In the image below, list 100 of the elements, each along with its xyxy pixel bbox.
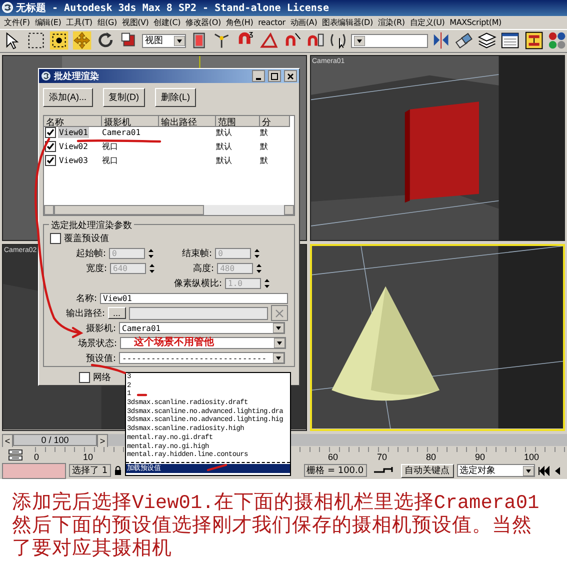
column-header[interactable]: 输出路径 bbox=[159, 116, 216, 128]
preset-dropdown[interactable]: ------------------------------ bbox=[119, 352, 286, 364]
curve-editor-icon[interactable] bbox=[8, 448, 22, 461]
checkbox[interactable] bbox=[79, 372, 90, 384]
clear-icon bbox=[275, 308, 284, 318]
maximize-button[interactable] bbox=[268, 70, 281, 82]
column-header[interactable]: 范围 bbox=[216, 116, 260, 128]
align-icon[interactable] bbox=[454, 30, 474, 52]
column-header[interactable]: 摄影机 bbox=[102, 116, 159, 128]
time-slider-thumb[interactable]: 0 / 100 bbox=[13, 434, 97, 446]
table-cell-text: 视口 bbox=[102, 155, 119, 166]
lock-icon[interactable] bbox=[114, 466, 122, 476]
table-cell-text: 默 bbox=[260, 127, 269, 138]
menu-item[interactable]: 组(G) bbox=[95, 16, 120, 28]
table-cell[interactable]: View02 bbox=[58, 141, 89, 152]
caption-text: 添加完后选择View01.在下面的摄相机栏里选择Cramera01 然后下面的预设值选择刚才我们保存的摄相机预设值。当然 了要对应其摄相机 bbox=[12, 492, 540, 562]
ruler-label: 10 bbox=[83, 452, 94, 462]
browse-button[interactable]: ... bbox=[108, 307, 126, 320]
table-cell-text: 视口 bbox=[102, 141, 119, 152]
group-title: 选定批处理渲染参数 bbox=[49, 218, 134, 232]
column-header[interactable]: 名称 bbox=[44, 116, 102, 128]
table-cell-text: Camera01 bbox=[102, 127, 142, 138]
spinner-icon[interactable] bbox=[256, 262, 262, 274]
dialog-button[interactable]: 添加(A)... bbox=[43, 88, 92, 108]
table-cell[interactable]: View03 bbox=[58, 155, 89, 166]
field-label: 像素纵横比: bbox=[174, 278, 222, 290]
selection-status: 选择了 1 bbox=[69, 464, 111, 478]
key-filter-dropdown[interactable]: 选定对象 bbox=[456, 464, 535, 478]
listener-field[interactable] bbox=[2, 462, 66, 479]
annotation-text: 这个场景不用管他 bbox=[134, 338, 214, 348]
checkbox-label: 网络 bbox=[93, 372, 111, 384]
spinner-icon[interactable] bbox=[264, 278, 270, 289]
grid-status: 栅格 = 100.0 bbox=[304, 464, 367, 478]
dropdown-arrow-icon[interactable] bbox=[354, 36, 366, 46]
job-list[interactable]: 名称 摄影机 输出路径 范围 分 View01 Camera01 默认 默 View02 视口 默认 默 View03 视口 默认 默 bbox=[43, 115, 295, 216]
maximize-icon bbox=[271, 72, 278, 80]
table-cell[interactable]: View01 bbox=[58, 127, 89, 138]
dropdown-arrow-icon[interactable] bbox=[174, 36, 186, 46]
menu-item[interactable]: 文件(F) bbox=[2, 16, 33, 28]
menu-item[interactable]: 编辑(E) bbox=[32, 16, 64, 28]
dropdown-arrow-icon[interactable] bbox=[274, 338, 286, 348]
dialog-button[interactable]: 复制(D) bbox=[102, 88, 145, 108]
minimize-button[interactable] bbox=[252, 70, 265, 82]
previous-frame-button[interactable]: < bbox=[2, 434, 13, 448]
table-cell-text: 默 bbox=[260, 141, 269, 152]
named-selection-dropdown[interactable] bbox=[351, 34, 428, 48]
ruler-label: 0 bbox=[34, 452, 40, 462]
field-label: 高度: bbox=[193, 262, 214, 275]
app-icon bbox=[41, 71, 51, 82]
field-label: 输出路径: bbox=[66, 308, 106, 320]
checkbox[interactable] bbox=[50, 232, 61, 244]
scrollbar[interactable] bbox=[44, 204, 294, 215]
spinner-icon[interactable] bbox=[254, 248, 260, 259]
menu-item[interactable]: 自定义(U) bbox=[408, 16, 448, 28]
view-dropdown[interactable]: 视图 bbox=[142, 34, 186, 48]
checkbox[interactable] bbox=[45, 155, 56, 166]
spinner-icon[interactable] bbox=[148, 248, 154, 259]
ruler-label: 80 bbox=[426, 452, 436, 462]
table-cell-text: 默 bbox=[260, 155, 269, 166]
handwritten-mark bbox=[206, 464, 228, 472]
column-header[interactable]: 分 bbox=[260, 116, 290, 128]
checkbox-label: 覆盖预设值 bbox=[64, 232, 109, 245]
menu-item[interactable]: MAXScript(M) bbox=[448, 18, 504, 27]
window-crossing-icon[interactable] bbox=[49, 30, 70, 52]
checkbox[interactable] bbox=[45, 127, 56, 138]
name-field[interactable]: View01 bbox=[100, 292, 288, 304]
dropdown-arrow-icon[interactable] bbox=[522, 466, 534, 476]
dialog-title: 批处理渲染 bbox=[54, 70, 99, 83]
go-to-start-icon[interactable] bbox=[538, 466, 550, 476]
dropdown-arrow-icon[interactable] bbox=[273, 323, 284, 334]
menu-item[interactable]: 渲染(R) bbox=[376, 16, 408, 28]
field-label: 宽度: bbox=[86, 262, 108, 275]
schematic-icon[interactable] bbox=[524, 30, 544, 52]
menu-item[interactable]: 图表编辑器(D) bbox=[320, 16, 376, 28]
dropdown-arrow-icon[interactable] bbox=[273, 353, 284, 364]
table-cell-text: 默认 bbox=[216, 127, 233, 138]
auto-key-button[interactable]: 自动关键点 bbox=[400, 464, 454, 478]
menu-item[interactable]: 角色(H) bbox=[224, 16, 256, 28]
move-icon[interactable] bbox=[72, 30, 93, 52]
mirror-icon[interactable] bbox=[431, 30, 452, 52]
handwritten-mark bbox=[136, 394, 148, 396]
camera-dropdown[interactable]: Camera01 bbox=[119, 322, 286, 334]
next-frame-button[interactable]: > bbox=[97, 434, 108, 448]
table-cell-text: 默认 bbox=[216, 141, 233, 152]
menu-item[interactable]: 动画(A) bbox=[288, 16, 320, 28]
output-path-field[interactable] bbox=[128, 306, 268, 320]
scene-state-dropdown[interactable] bbox=[120, 337, 286, 350]
menu-item[interactable]: reactor bbox=[256, 18, 288, 27]
dialog-button[interactable]: 删除(L) bbox=[155, 88, 196, 108]
menu-item[interactable]: 工具(T) bbox=[64, 16, 96, 28]
ruler-label: 70 bbox=[377, 452, 388, 462]
previous-key-icon[interactable] bbox=[552, 466, 561, 476]
table-cell-text: 默认 bbox=[216, 155, 233, 166]
close-button[interactable] bbox=[284, 70, 297, 82]
menu-item[interactable]: 创建(C) bbox=[152, 16, 184, 28]
menu-item[interactable]: 视图(V) bbox=[120, 16, 152, 28]
ruler-label: 60 bbox=[328, 452, 338, 462]
spinner-icon[interactable] bbox=[149, 262, 156, 274]
material-editor-icon[interactable] bbox=[546, 30, 567, 52]
menu-item[interactable]: 修改器(O) bbox=[184, 16, 224, 28]
